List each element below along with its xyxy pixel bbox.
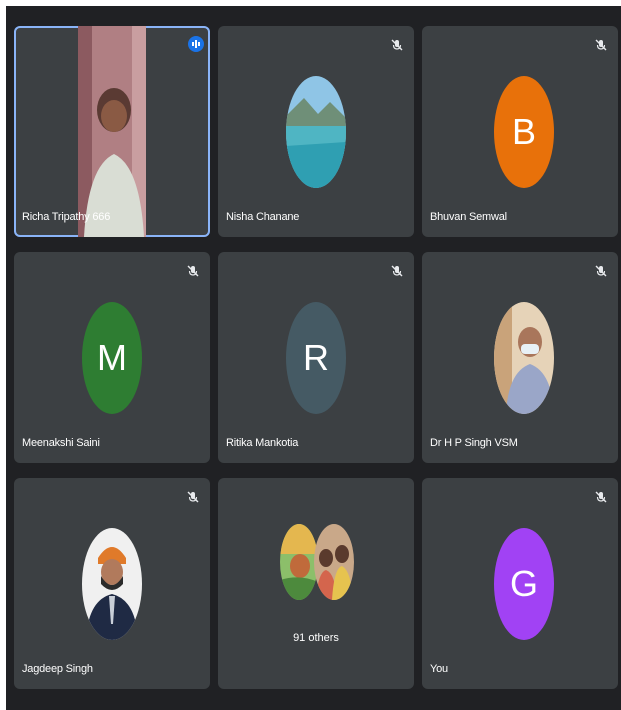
meeting-grid: Richa Tripathy 666 Nisha Chanane B Bhuva…: [6, 6, 621, 710]
participant-tile-nisha[interactable]: Nisha Chanane: [218, 26, 414, 237]
participant-name: Meenakshi Saini: [22, 437, 100, 449]
participant-name: Jagdeep Singh: [22, 663, 93, 675]
participant-tile-jagdeep[interactable]: Jagdeep Singh: [14, 478, 210, 689]
participant-name: Bhuvan Semwal: [430, 211, 507, 223]
participant-tile-ritika[interactable]: R Ritika Mankotia: [218, 252, 414, 463]
participant-video: [78, 26, 146, 237]
participant-avatar: [494, 302, 554, 414]
speaking-indicator-icon: [188, 36, 204, 52]
participant-avatar: R: [286, 302, 346, 414]
participant-avatar: [286, 76, 346, 188]
participant-tile-bhuvan[interactable]: B Bhuvan Semwal: [422, 26, 618, 237]
mic-off-icon: [594, 38, 608, 52]
others-avatar-2: [314, 524, 354, 600]
participant-name: You: [430, 663, 448, 675]
participant-name: Nisha Chanane: [226, 211, 300, 223]
participant-avatar: G: [494, 528, 554, 640]
others-count: 91 others: [293, 632, 339, 644]
participant-avatar: B: [494, 76, 554, 188]
mic-off-icon: [390, 264, 404, 278]
participant-name: Ritika Mankotia: [226, 437, 299, 449]
participant-name: Dr H P Singh VSM: [430, 437, 518, 449]
participant-tile-you[interactable]: G You: [422, 478, 618, 689]
mic-off-icon: [390, 38, 404, 52]
participant-tile-hp-singh[interactable]: Dr H P Singh VSM: [422, 252, 618, 463]
participant-tile-meenakshi[interactable]: M Meenakshi Saini: [14, 252, 210, 463]
participant-avatar: [82, 528, 142, 640]
participant-tile-others[interactable]: 91 others: [218, 478, 414, 689]
mic-off-icon: [594, 264, 608, 278]
mic-off-icon: [594, 490, 608, 504]
participant-tile-richa[interactable]: Richa Tripathy 666: [14, 26, 210, 237]
mic-off-icon: [186, 490, 200, 504]
participant-name: Richa Tripathy 666: [22, 211, 111, 223]
participant-avatar: M: [82, 302, 142, 414]
others-avatar-1: [280, 524, 318, 600]
mic-off-icon: [186, 264, 200, 278]
